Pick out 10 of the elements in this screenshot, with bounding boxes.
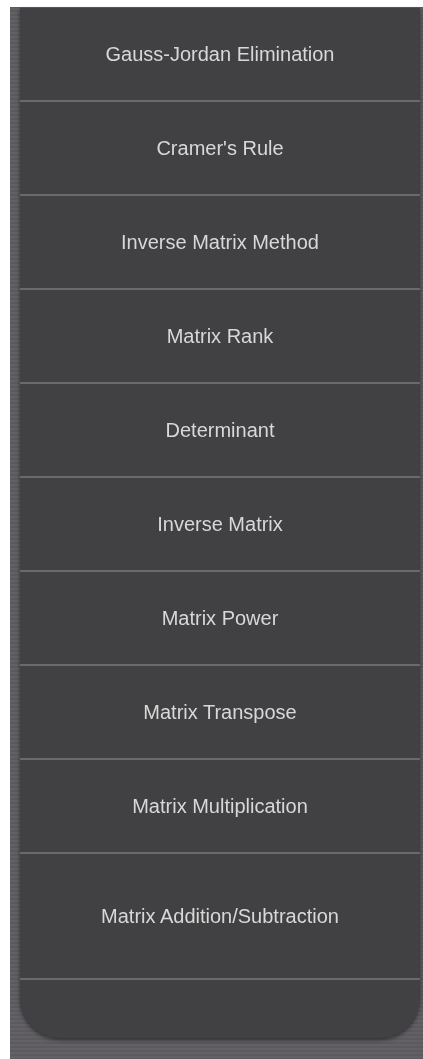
- menu-item[interactable]: Cramer's Rule: [20, 102, 420, 196]
- menu-item[interactable]: Matrix Transpose: [20, 666, 420, 760]
- menu-item[interactable]: Matrix Multiplication: [20, 760, 420, 854]
- menu-item[interactable]: Matrix Power: [20, 572, 420, 666]
- menu-item[interactable]: Matrix Rank: [20, 290, 420, 384]
- menu-item[interactable]: Inverse Matrix: [20, 478, 420, 572]
- menu-item[interactable]: Determinant: [20, 384, 420, 478]
- menu-item[interactable]: Gauss-Jordan Elimination: [20, 8, 420, 102]
- menu-item[interactable]: Inverse Matrix Method: [20, 196, 420, 290]
- menu-item[interactable]: Matrix Addition/Subtraction: [20, 854, 420, 980]
